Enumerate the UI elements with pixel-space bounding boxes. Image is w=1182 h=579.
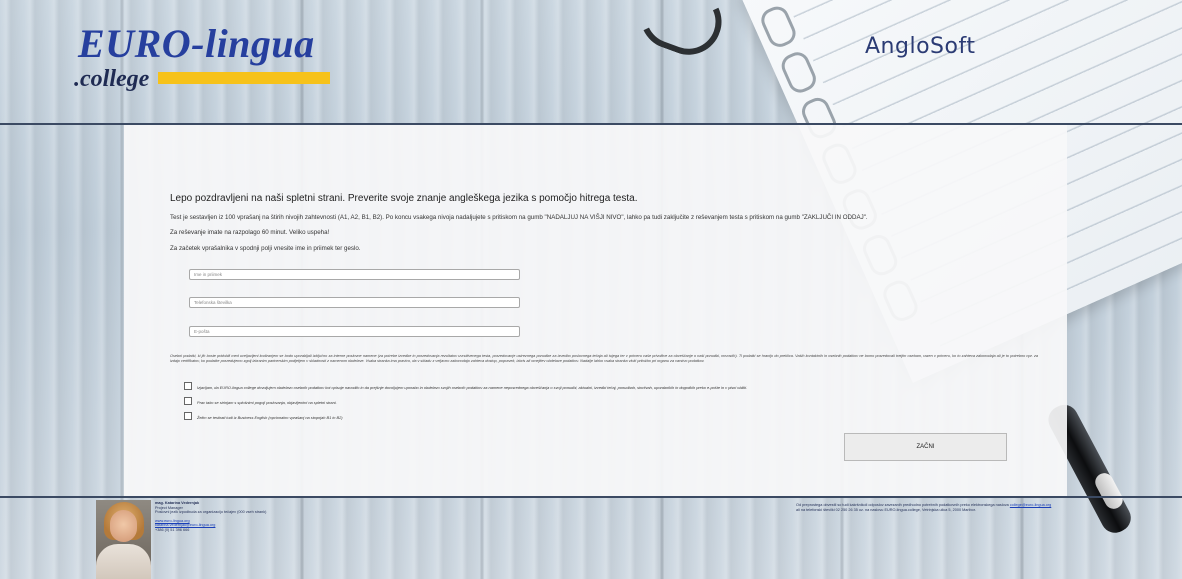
name-input[interactable] [189,269,520,280]
email-input[interactable] [189,326,520,337]
phone-input[interactable] [189,297,520,308]
consent-marketing-label: Izjavljam, da EURO-lingua college dovolj… [197,384,748,390]
intro-description: Test je sestavljen iz 100 vprašanj na št… [170,214,868,221]
contact-description: Poslovni jezik izpodbuda za organizacijo… [155,510,267,515]
logo-euro-lingua[interactable]: EURO-lingua [78,20,315,67]
business-english-checkbox[interactable] [184,412,192,420]
main-panel: Lepo pozdravljeni na naši spletni strani… [124,125,1067,496]
business-english-row: Želim se testirati tudi iz Business Engl… [184,412,343,420]
consent-marketing-row: Izjavljam, da EURO-lingua college dovolj… [184,382,747,390]
footer-note-email-link[interactable]: college@euro-lingua.org [1010,503,1051,507]
business-english-label: Želim se testirati tudi iz Business Engl… [197,414,343,420]
intro-time-limit: Za reševanje imate na razpolago 60 minut… [170,229,330,236]
logo-college: .college [74,66,150,92]
contact-phone: +386 (0) 51 396 666 [155,527,190,532]
logo-yellow-bar [158,72,330,84]
start-button[interactable]: ZAČNI [844,433,1007,461]
contact-card: mag. Katarina Vedernjak Project Manager … [155,501,266,533]
consent-terms-row: Prav tako se strinjam s splošnimi pogoji… [184,397,337,405]
anglosoft-logo[interactable]: AngloSoft [865,34,975,59]
footer-divider [0,496,1182,498]
footer-note-text: Od preprostega obvestil so tudi kakršnik… [796,503,1009,507]
site-header: EURO-lingua .college AngloSoft [0,0,1182,123]
footer-note: Od preprostega obvestil so tudi kakršnik… [796,503,1056,513]
intro-title: Lepo pozdravljeni na naši spletni strani… [170,193,638,204]
consent-marketing-checkbox[interactable] [184,382,192,390]
footer-note-text-2: ali na telefonski številki 02 250 26 35 … [796,508,976,512]
consent-terms-label: Prav tako se strinjam s splošnimi pogoji… [197,399,337,405]
avatar [96,500,151,579]
intro-instructions: Za začetek vprašalnika v spodnji polji v… [170,245,361,252]
consent-terms-checkbox[interactable] [184,397,192,405]
privacy-notice: Osebni podatki, ki jih boste pridobili m… [170,354,1038,364]
